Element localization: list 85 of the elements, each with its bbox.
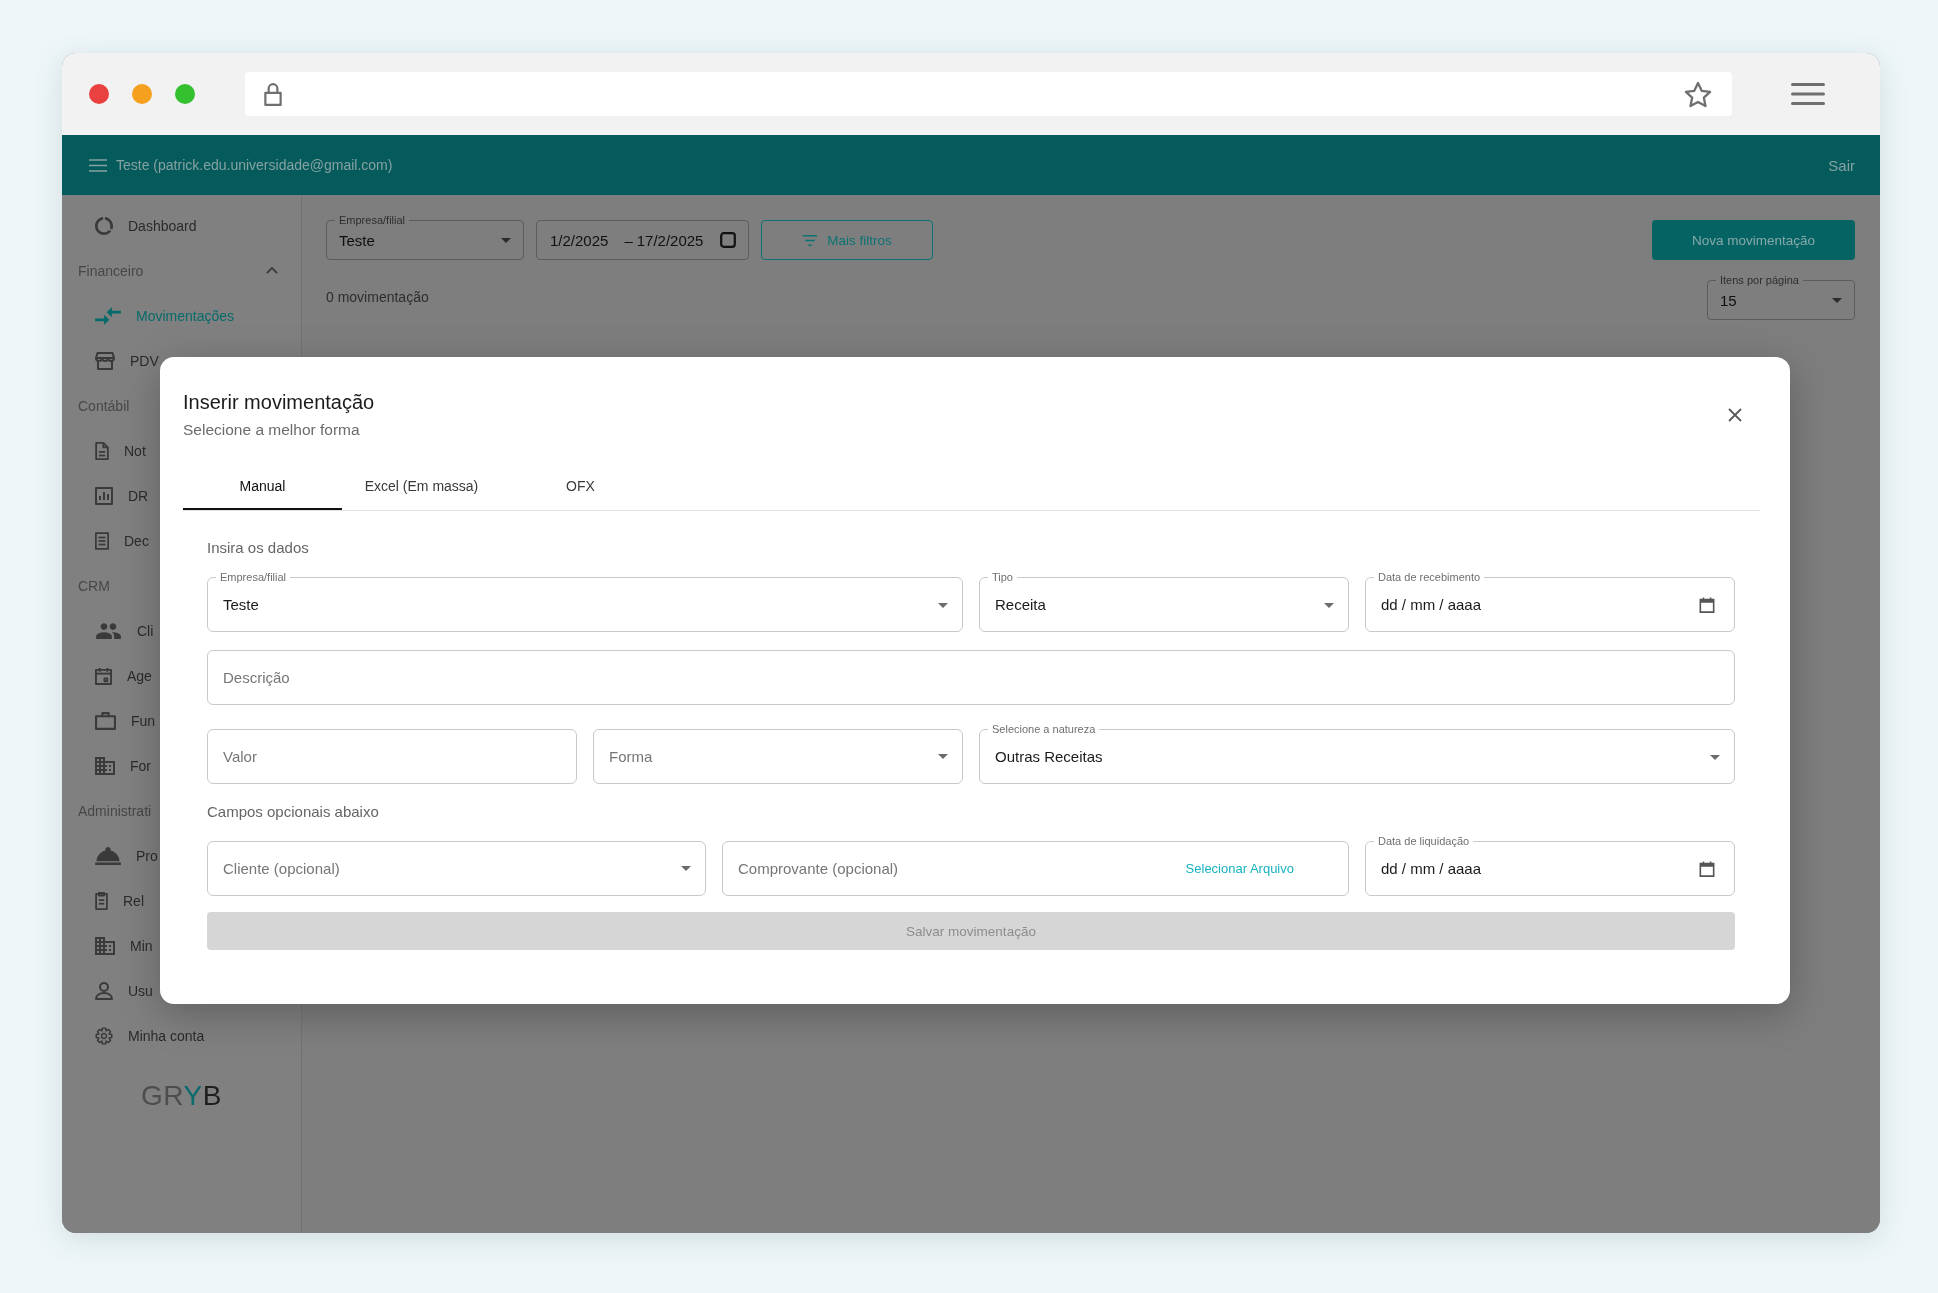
caret-icon: [1710, 754, 1720, 760]
bar-chart-icon: [95, 486, 113, 505]
minimize-dot-icon[interactable]: [132, 84, 152, 104]
logout-button[interactable]: Sair: [1828, 156, 1855, 174]
items-per-page-dropdown[interactable]: Itens por página 15: [1707, 274, 1855, 320]
sidebar-item[interactable]: Min: [95, 936, 153, 955]
calendar-icon[interactable]: [1699, 597, 1715, 613]
file-field[interactable]: Comprovante (opcional) Selecionar Arquivo: [722, 841, 1349, 896]
sidebar-item[interactable]: Pro: [95, 846, 158, 865]
tab[interactable]: Manual: [183, 462, 342, 510]
caret-icon: [1324, 602, 1334, 608]
tab[interactable]: OFX: [501, 462, 660, 510]
close-dot-icon[interactable]: [89, 84, 109, 104]
settings-icon: [95, 1026, 113, 1045]
caret-icon: [681, 866, 691, 871]
dropdown-field[interactable]: Empresa/filial Teste: [207, 571, 963, 632]
field-label: Selecione a natureza: [991, 723, 1097, 735]
field-label: Data de liquidação: [1377, 835, 1471, 847]
text-field[interactable]: Valor: [207, 729, 577, 784]
zoom-dot-icon[interactable]: [175, 84, 195, 104]
sidebar-section-header[interactable]: Contábil: [78, 397, 130, 414]
text-field[interactable]: Descrição: [207, 650, 1735, 705]
caret-icon: [938, 602, 948, 608]
list-document-icon: [95, 531, 109, 550]
date-field[interactable]: Data de recebimento dd / mm / aaaa: [1365, 571, 1735, 632]
sidebar-item[interactable]: For: [95, 756, 151, 775]
caret-icon: [1832, 298, 1842, 303]
browser-menu-icon[interactable]: [1791, 82, 1825, 106]
sidebar-item[interactable]: PDV: [95, 351, 159, 370]
close-icon: [1728, 408, 1742, 422]
people-icon: [95, 621, 122, 640]
building-icon: [95, 936, 115, 955]
dropdown-field[interactable]: Cliente (opcional): [207, 841, 706, 896]
calendar-icon: [95, 666, 112, 685]
dialog-title: Inserir movimentação: [183, 390, 375, 414]
new-entry-button[interactable]: Nova movimentação: [1652, 220, 1855, 260]
caret-icon: [501, 238, 511, 243]
filter-icon: [802, 234, 819, 246]
date-field[interactable]: Data de liquidação dd / mm / aaaa: [1365, 835, 1735, 896]
field-label: Tipo: [991, 571, 1014, 583]
date-range-field[interactable]: 1/2/2025 – 17/2/2025: [536, 220, 749, 260]
sidebar-item[interactable]: Dec: [95, 531, 149, 550]
briefcase-icon: [95, 711, 116, 730]
dropdown-field[interactable]: Forma: [593, 729, 963, 784]
dropdown-field[interactable]: Selecione a natureza Outras Receitas: [979, 723, 1735, 784]
result-count: 0 movimentação: [326, 289, 429, 305]
document-icon: [95, 441, 109, 460]
sidebar-item[interactable]: Usu: [95, 981, 153, 1000]
sidebar-section-header[interactable]: CRM: [78, 577, 110, 594]
user-label: Teste (patrick.edu.universidade@gmail.com): [116, 157, 393, 173]
caret-icon: [938, 754, 948, 759]
sidebar-item[interactable]: Not: [95, 441, 146, 460]
dropdown-field[interactable]: Tipo Receita: [979, 571, 1349, 632]
storefront-icon: [95, 351, 115, 370]
sidebar-item[interactable]: DR: [95, 486, 149, 505]
dropdown-field[interactable]: Empresa/filial Teste: [326, 214, 524, 260]
sidebar-item[interactable]: Fun: [95, 711, 156, 730]
building-icon: [95, 756, 115, 775]
sidebar-item[interactable]: Cli: [95, 621, 154, 640]
logo-text: GRYB: [141, 1080, 222, 1112]
field-label: Itens por página: [1719, 274, 1800, 286]
menu-icon[interactable]: [89, 158, 107, 172]
clipboard-icon: [95, 891, 108, 910]
swap-arrows-icon: [95, 306, 121, 325]
field-label: Empresa/filial: [338, 214, 407, 226]
tab[interactable]: Excel (Em massa): [342, 462, 501, 510]
sidebar-section-header[interactable]: Financeiro: [78, 262, 278, 279]
sidebar-item[interactable]: Rel: [95, 891, 144, 910]
star-icon[interactable]: [1684, 80, 1712, 108]
sidebar-section-header[interactable]: Administrati: [78, 802, 152, 819]
section-heading: Campos opcionais abaixo: [207, 803, 379, 821]
section-heading: Insira os dados: [207, 539, 309, 557]
sidebar-item[interactable]: Minha conta: [95, 1026, 205, 1045]
field-label: Empresa/filial: [219, 571, 288, 583]
service-bell-icon: [95, 846, 121, 865]
ring-chart-icon: [95, 216, 113, 235]
sidebar-item[interactable]: Age: [95, 666, 152, 685]
lock-icon: [263, 82, 283, 106]
file-select-link[interactable]: Selecionar Arquivo: [1185, 861, 1294, 876]
dialog-subtitle: Selecione a melhor forma: [183, 420, 360, 440]
field-label: Data de recebimento: [1377, 571, 1482, 583]
calendar-icon[interactable]: [1699, 861, 1715, 877]
rounded-square-icon[interactable]: [720, 232, 736, 248]
person-icon: [95, 981, 113, 1000]
sidebar-item[interactable]: Dashboard: [95, 216, 197, 235]
